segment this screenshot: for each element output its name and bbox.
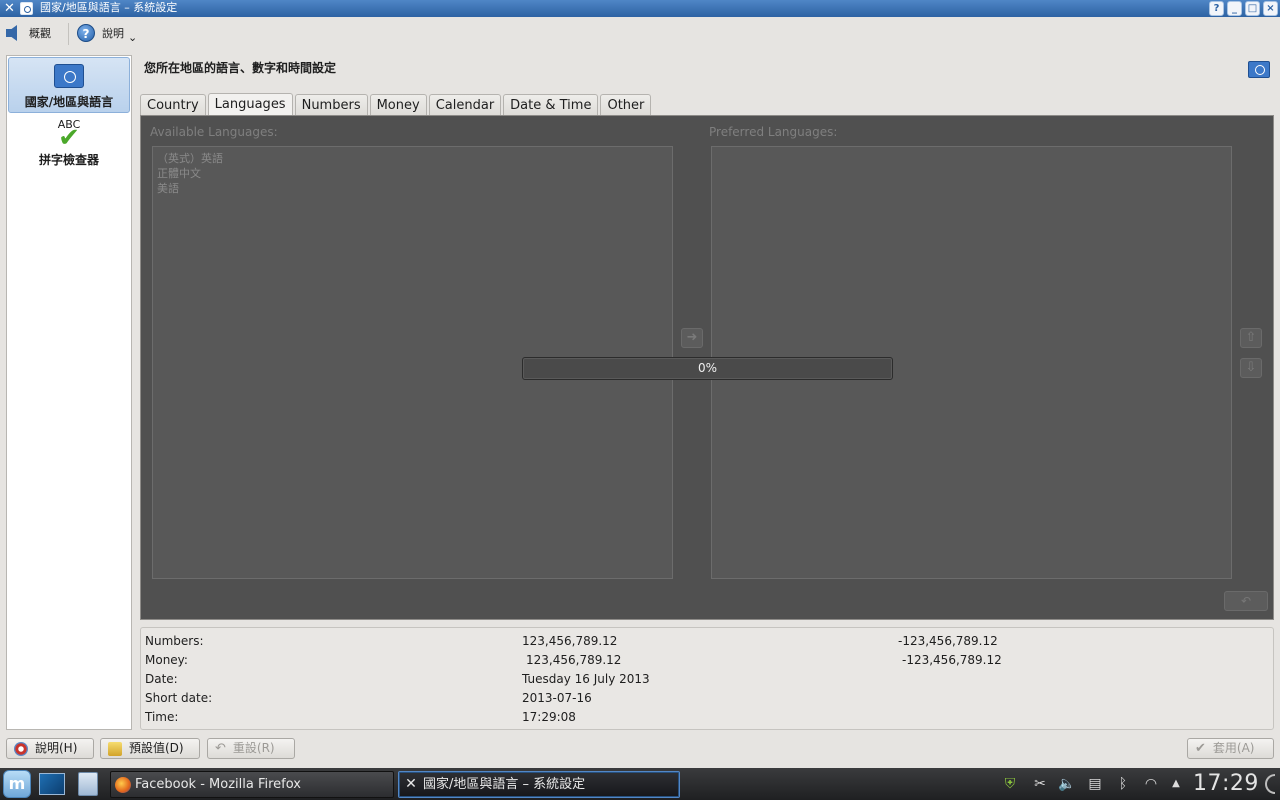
move-down-button[interactable]: ⇩ — [1240, 358, 1262, 378]
preview-row-money: Money: 123,456,789.12 -123,456,789.12 — [145, 651, 1265, 670]
file-manager-icon[interactable] — [78, 772, 98, 796]
available-languages-caption: Available Languages: — [150, 125, 278, 139]
scissors-icon[interactable]: ✂ — [1030, 774, 1050, 794]
tab-country[interactable]: Country — [140, 94, 206, 116]
overview-button[interactable]: 概觀 — [6, 25, 51, 41]
preview-label: Time: — [145, 710, 179, 724]
format-preview: Numbers: 123,456,789.12 -123,456,789.12 … — [140, 627, 1274, 730]
checkmark-icon: ✔ — [58, 123, 80, 153]
sidebar-item-label: 國家/地區與語言 — [24, 95, 114, 109]
loading-progress-bar: 0% — [522, 357, 893, 380]
restore-languages-button[interactable]: ↶ — [1224, 591, 1268, 611]
system-settings-icon[interactable]: ✕ — [2, 1, 17, 16]
help-menu-button[interactable]: ? 說明 — [77, 24, 124, 42]
restore-defaults-icon — [108, 741, 122, 756]
preview-row-short-date: Short date: 2013-07-16 — [145, 689, 1265, 708]
window-title: 國家/地區與語言 – 系統設定 — [40, 1, 178, 14]
sidebar-item-spellcheck[interactable]: ABC ✔ 拼字檢查器 — [8, 118, 130, 170]
preview-value: Tuesday 16 July 2013 — [522, 672, 650, 686]
chevron-up-icon[interactable]: ▲ — [1166, 774, 1186, 794]
task-label: 國家/地區與語言 – 系統設定 — [423, 777, 586, 792]
list-item[interactable]: 美語 — [153, 181, 672, 196]
tab-numbers[interactable]: Numbers — [294, 94, 368, 116]
help-window-button[interactable]: ? — [1209, 1, 1224, 16]
preview-row-time: Time: 17:29:08 — [145, 708, 1265, 727]
tab-calendar[interactable]: Calendar — [428, 94, 502, 116]
preview-label: Short date: — [145, 691, 213, 705]
volume-icon[interactable]: 🔈 — [1057, 774, 1077, 794]
tab-languages[interactable]: Languages — [207, 93, 293, 116]
move-up-button[interactable]: ⇧ — [1240, 328, 1262, 348]
reset-button[interactable]: ↶ 重設(R) — [207, 738, 295, 759]
maximize-button[interactable]: □ — [1245, 1, 1260, 16]
preferred-languages-caption: Preferred Languages: — [709, 125, 838, 139]
lifebuoy-icon — [14, 741, 28, 756]
preview-value: 2013-07-16 — [522, 691, 592, 705]
defaults-button[interactable]: 預設值(D) — [100, 738, 200, 759]
page-title: 您所在地區的語言、數字和時間設定 — [144, 61, 337, 75]
wifi-icon[interactable]: ◠ — [1141, 774, 1161, 794]
close-button[interactable]: × — [1263, 1, 1278, 16]
preview-row-date: Date: Tuesday 16 July 2013 — [145, 670, 1265, 689]
un-flag-icon — [1248, 61, 1270, 78]
minimize-button[interactable]: _ — [1227, 1, 1242, 16]
help-button[interactable]: 說明(H) — [6, 738, 94, 759]
list-item[interactable]: 正體中文 — [153, 166, 672, 181]
preview-positive: 123,456,789.12 — [522, 634, 618, 648]
power-icon[interactable] — [1265, 774, 1275, 794]
update-shield-icon[interactable]: ⛨ — [1000, 774, 1020, 794]
clipboard-icon[interactable]: ▤ — [1085, 774, 1105, 794]
back-arrow-icon — [6, 25, 17, 41]
chevron-down-icon[interactable]: ⌄ — [128, 31, 137, 44]
apply-button-label: 套用(A) — [1212, 741, 1255, 755]
tab-other[interactable]: Other — [600, 94, 652, 116]
add-language-button[interactable]: ➜ — [681, 328, 703, 348]
help-label: 說明 — [102, 27, 124, 40]
mint-menu-icon[interactable]: m — [3, 770, 31, 798]
task-system-settings[interactable]: ✕ 國家/地區與語言 – 系統設定 — [398, 771, 680, 798]
progress-label: 0% — [697, 361, 718, 375]
bluetooth-icon[interactable]: ᛒ — [1113, 774, 1133, 794]
preview-negative: -123,456,789.12 — [902, 653, 1002, 667]
preview-positive: 123,456,789.12 — [526, 653, 622, 667]
tab-money[interactable]: Money — [369, 94, 427, 116]
preview-negative: -123,456,789.12 — [898, 634, 998, 648]
tab-bar: Country Languages Numbers Money Calendar… — [140, 93, 652, 116]
overview-label: 概觀 — [29, 27, 51, 40]
checkmark-icon: ✔ — [1195, 741, 1206, 756]
window-menu-icon[interactable] — [20, 2, 33, 15]
list-item[interactable]: （英式）英語 — [153, 151, 672, 166]
undo-icon: ↶ — [215, 741, 226, 756]
system-settings-icon: ✕ — [405, 776, 417, 792]
defaults-button-label: 預設值(D) — [129, 741, 184, 755]
preview-label: Numbers: — [145, 634, 204, 648]
reset-button-label: 重設(R) — [232, 741, 275, 755]
sidebar-item-locale[interactable]: 國家/地區與語言 — [8, 57, 130, 113]
preview-value: 17:29:08 — [522, 710, 576, 724]
un-flag-icon — [54, 64, 84, 88]
show-desktop-icon[interactable] — [39, 773, 65, 795]
preview-row-numbers: Numbers: 123,456,789.12 -123,456,789.12 — [145, 632, 1265, 651]
preview-label: Money: — [145, 653, 188, 667]
apply-button[interactable]: ✔ 套用(A) — [1187, 738, 1274, 759]
toolbar: 概觀 ? 說明 ⌄ — [0, 17, 1280, 51]
taskbar: m Facebook - Mozilla Firefox ✕ 國家/地區與語言 … — [0, 768, 1280, 800]
tab-date-time[interactable]: Date & Time — [503, 94, 599, 116]
title-bar: ✕ 國家/地區與語言 – 系統設定 ? _ □ × — [0, 0, 1280, 17]
help-icon: ? — [77, 24, 95, 42]
languages-pane: Available Languages: （英式）英語 正體中文 美語 Pref… — [140, 115, 1274, 620]
sidebar-item-label: 拼字檢查器 — [38, 153, 99, 167]
firefox-icon — [115, 776, 131, 793]
module-sidebar: 國家/地區與語言 ABC ✔ 拼字檢查器 — [6, 55, 132, 730]
task-firefox[interactable]: Facebook - Mozilla Firefox — [110, 771, 394, 798]
help-button-label: 說明(H) — [35, 741, 78, 755]
clock[interactable]: 17:29 — [1193, 770, 1259, 798]
task-label: Facebook - Mozilla Firefox — [135, 777, 301, 792]
toolbar-separator — [68, 23, 69, 45]
preview-label: Date: — [145, 672, 178, 686]
